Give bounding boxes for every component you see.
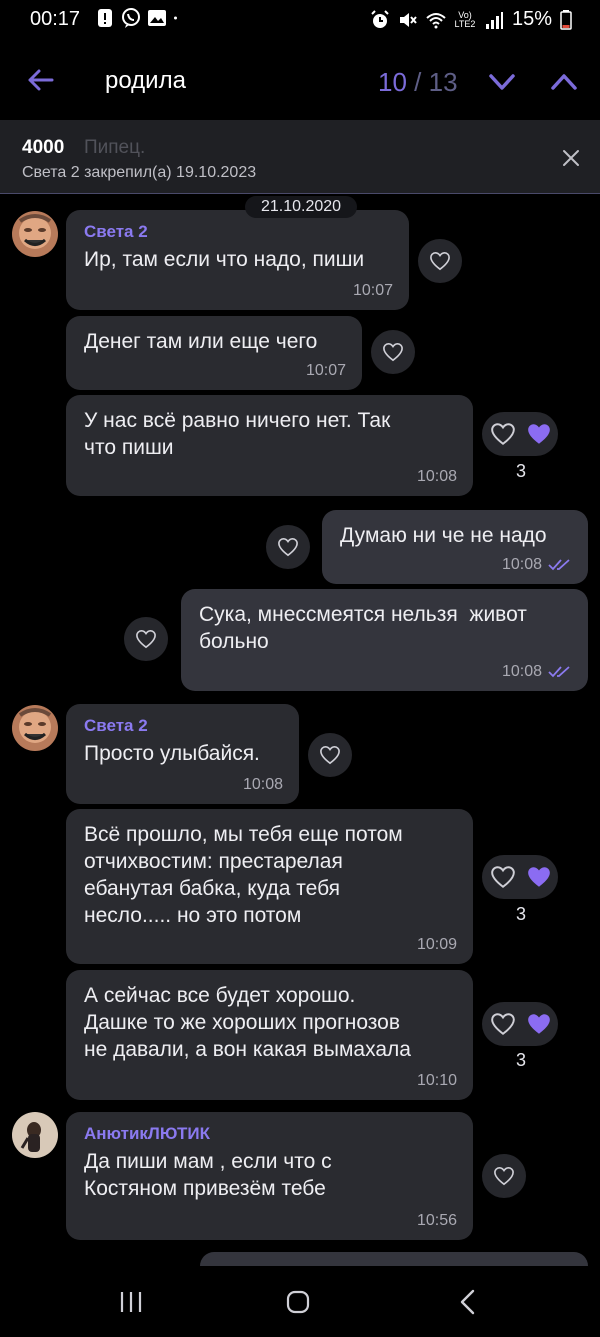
reaction-pill[interactable] bbox=[482, 855, 558, 899]
message-sender[interactable]: Света 2 bbox=[84, 716, 281, 736]
chevron-down-icon[interactable] bbox=[484, 64, 520, 100]
heart-outline-icon bbox=[494, 1166, 514, 1186]
message-sender[interactable]: АнютикЛЮТИК bbox=[84, 1124, 455, 1144]
heart-outline-icon bbox=[383, 342, 403, 362]
network-label: Vo) LTE2 bbox=[454, 9, 476, 29]
wifi-icon bbox=[426, 12, 446, 28]
message-bubble[interactable]: АнютикЛЮТИК Да пиши мам , если что с Кос… bbox=[66, 1112, 473, 1240]
back-icon[interactable] bbox=[456, 1288, 480, 1316]
message-time: 10:10 bbox=[416, 1072, 457, 1089]
heart-outline-icon[interactable] bbox=[490, 865, 516, 889]
reaction-pill[interactable] bbox=[482, 412, 558, 456]
heart-outline-icon bbox=[136, 629, 156, 649]
message-bubble[interactable]: Всё прошло, мы тебя еще потом отчихвости… bbox=[66, 809, 473, 964]
status-time: 00:17 bbox=[30, 8, 81, 30]
gallery-icon bbox=[148, 10, 166, 26]
message-bubble-outgoing[interactable] bbox=[200, 1252, 588, 1266]
add-reaction-button[interactable] bbox=[124, 617, 168, 661]
pinned-message-bar[interactable]: 4000 Пипец. Света 2 закрепил(а) 19.10.20… bbox=[0, 120, 600, 194]
heart-outline-icon[interactable] bbox=[490, 422, 516, 446]
date-separator: 21.10.2020 bbox=[245, 196, 357, 218]
status-bar: 00:17 Vo) LTE2 15% bbox=[0, 0, 600, 40]
chevron-up-icon[interactable] bbox=[546, 64, 582, 100]
recent-apps-icon[interactable] bbox=[118, 1290, 144, 1314]
message-bubble[interactable]: Денег там или еще чего 10:07 bbox=[66, 316, 362, 390]
double-check-icon bbox=[548, 666, 570, 678]
reaction-pill[interactable] bbox=[482, 1002, 558, 1046]
signal-icon bbox=[485, 11, 503, 29]
message-text: Сука, мнессмеятся нельзя живот больно bbox=[199, 603, 527, 653]
alert-icon bbox=[98, 9, 112, 27]
message-bubble-outgoing[interactable]: Думаю ни че не надо 10:08 bbox=[322, 510, 588, 584]
search-counter-separator: / bbox=[414, 67, 422, 97]
add-reaction-button[interactable] bbox=[418, 239, 462, 283]
alarm-icon bbox=[371, 9, 389, 28]
search-result-counter: 10 / 13 bbox=[378, 67, 458, 98]
message-bubble[interactable]: Света 2 Ир, там если что надо, пиши 10:0… bbox=[66, 210, 409, 310]
battery-icon bbox=[560, 9, 572, 30]
avatar[interactable] bbox=[12, 1112, 58, 1158]
message-time: 10:07 bbox=[305, 362, 346, 379]
message-text: Денег там или еще чего bbox=[84, 330, 318, 353]
heart-filled-icon[interactable] bbox=[526, 865, 552, 889]
mute-icon bbox=[399, 12, 417, 27]
reaction-count: 3 bbox=[516, 461, 527, 481]
add-reaction-button[interactable] bbox=[371, 330, 415, 374]
double-check-icon bbox=[548, 559, 570, 571]
search-header: родила 10 / 13 bbox=[0, 40, 600, 120]
message-time: 10:56 bbox=[416, 1212, 457, 1229]
message-bubble[interactable]: Света 2 Просто улыбайся. 10:08 bbox=[66, 704, 299, 804]
heart-outline-icon[interactable] bbox=[490, 1012, 516, 1036]
chat-messages[interactable]: Света 2 Ир, там если что надо, пиши 10:0… bbox=[0, 194, 600, 1266]
search-current-index: 10 bbox=[378, 67, 407, 97]
avatar[interactable] bbox=[12, 211, 58, 257]
avatar[interactable] bbox=[12, 705, 58, 751]
reaction-count: 3 bbox=[516, 904, 527, 924]
message-bubble[interactable]: А сейчас все будет хорошо. Дашке то же х… bbox=[66, 970, 473, 1100]
message-text: Ир, там если что надо, пиши bbox=[84, 248, 365, 271]
heart-outline-icon bbox=[278, 537, 298, 557]
back-arrow-icon[interactable] bbox=[22, 62, 58, 98]
message-time: 10:08 bbox=[242, 776, 283, 793]
message-text: Всё прошло, мы тебя еще потом отчихвости… bbox=[84, 823, 403, 927]
message-time: 10:08 bbox=[416, 468, 457, 485]
pinned-message-preview: Пипец. bbox=[84, 137, 146, 158]
add-reaction-button[interactable] bbox=[308, 733, 352, 777]
heart-outline-icon bbox=[320, 745, 340, 765]
message-text: Да пиши мам , если что с Костяном привез… bbox=[84, 1150, 332, 1200]
heart-filled-icon[interactable] bbox=[526, 1012, 552, 1036]
heart-outline-icon bbox=[430, 251, 450, 271]
message-bubble[interactable]: У нас всё равно ничего нет. Так что пиши… bbox=[66, 395, 473, 496]
battery-percent: 15% bbox=[511, 8, 552, 30]
viber-icon bbox=[122, 8, 140, 28]
dot-icon bbox=[174, 16, 177, 20]
search-total: 13 bbox=[428, 67, 458, 97]
pinned-message-title: 4000 bbox=[22, 137, 65, 158]
message-time: 10:09 bbox=[416, 936, 457, 953]
search-query[interactable]: родила bbox=[105, 67, 186, 95]
add-reaction-button[interactable] bbox=[482, 1154, 526, 1198]
reaction-count: 3 bbox=[516, 1050, 527, 1070]
close-icon[interactable] bbox=[558, 145, 584, 171]
pinned-message-subtitle: Света 2 закрепил(а) 19.10.2023 bbox=[22, 164, 257, 181]
heart-filled-icon[interactable] bbox=[526, 422, 552, 446]
system-navigation-bar bbox=[0, 1266, 600, 1337]
message-time: 10:08 bbox=[501, 663, 542, 680]
message-text: А сейчас все будет хорошо. Дашке то же х… bbox=[84, 984, 411, 1061]
message-time: 10:08 bbox=[501, 556, 542, 573]
message-text: Думаю ни че не надо bbox=[340, 524, 547, 547]
add-reaction-button[interactable] bbox=[266, 525, 310, 569]
message-text: У нас всё равно ничего нет. Так что пиши bbox=[84, 409, 391, 459]
home-icon[interactable] bbox=[285, 1289, 311, 1315]
message-bubble-outgoing[interactable]: Сука, мнессмеятся нельзя живот больно 10… bbox=[181, 589, 588, 691]
message-sender[interactable]: Света 2 bbox=[84, 222, 391, 242]
message-time: 10:07 bbox=[352, 282, 393, 299]
message-text: Просто улыбайся. bbox=[84, 742, 260, 765]
